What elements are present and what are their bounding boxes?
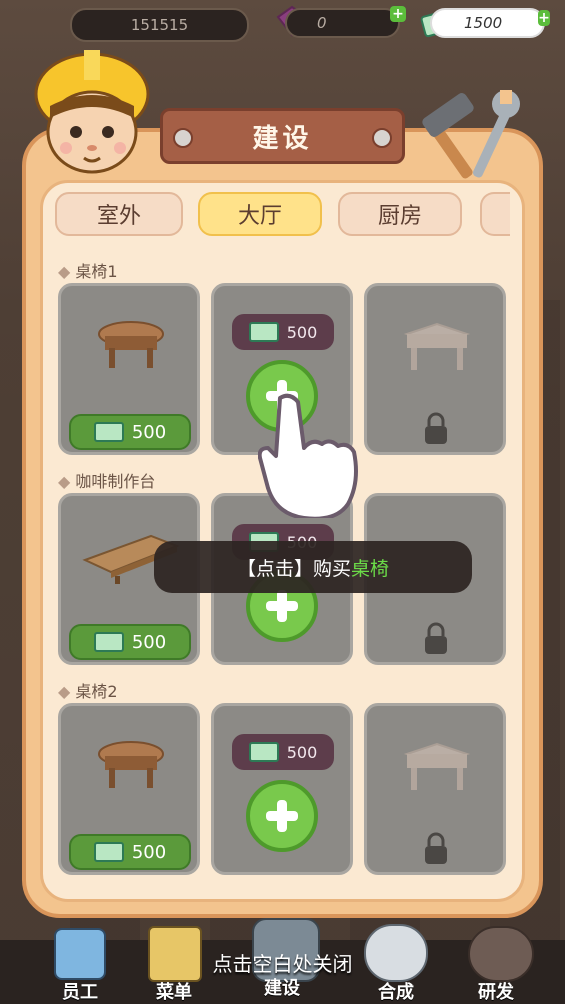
nav-merge[interactable]: 合成 [378, 978, 414, 1004]
gems-counter: 0 [285, 8, 400, 38]
nav-build[interactable]: 建设 [264, 974, 300, 1000]
add-gems-button[interactable]: + [390, 6, 406, 22]
tab-kitchen[interactable]: 厨房 [338, 192, 462, 236]
panel-title-text: 建设 [252, 123, 313, 154]
section-title: ◆ 桌椅2 [58, 682, 118, 701]
pointer-hand-icon [257, 392, 364, 522]
close-hint: 点击空白处关闭 [212, 952, 353, 976]
tutorial-toast: 【点击】购买 桌椅 [154, 541, 472, 593]
buy-button[interactable] [246, 780, 318, 852]
square-table-icon [403, 322, 471, 370]
square-table-icon [403, 742, 471, 790]
owned-price-badge: 500 [69, 834, 191, 870]
cash-icon [248, 322, 279, 342]
item-card[interactable] [364, 283, 506, 455]
plus-icon [266, 800, 298, 832]
lock-icon [425, 622, 447, 654]
section-title: ◆ 桌椅1 [58, 262, 118, 281]
cash-icon [248, 742, 279, 762]
tab-hall[interactable]: 大厅 [198, 192, 322, 236]
cash-counter: 1500 [430, 8, 545, 38]
worker-avatar [28, 36, 158, 180]
item-card[interactable] [364, 703, 506, 875]
bolt-right-icon [372, 128, 392, 148]
item-card[interactable]: 500 [58, 283, 200, 455]
bolt-left-icon [173, 128, 193, 148]
tab-outdoor-label: 室外 [96, 204, 141, 229]
lock-icon [425, 412, 447, 444]
owned-price-badge: 500 [69, 414, 191, 450]
nav-staff[interactable]: 员工 [62, 978, 98, 1004]
nav-merge-label: 合成 [378, 982, 414, 1003]
nav-research-label: 研发 [478, 982, 514, 1003]
tab-outdoor[interactable]: 室外 [55, 192, 183, 236]
nav-menu[interactable]: 菜单 [156, 978, 192, 1004]
cash-icon [93, 842, 124, 862]
cost-badge: 500 [232, 734, 334, 770]
item-card[interactable]: 500 [58, 703, 200, 875]
cost-badge: 500 [232, 314, 334, 350]
price-value: 500 [286, 742, 318, 762]
section-title-text: 桌椅2 [75, 682, 118, 701]
section-title-text: 咖啡制作台 [75, 472, 156, 491]
cash-value: 1500 [464, 14, 503, 32]
coins-value: 151515 [130, 16, 189, 34]
cash-icon [93, 422, 124, 442]
cash-icon [93, 632, 124, 652]
plus-icon [266, 590, 298, 622]
gems-value: 0 [317, 14, 327, 32]
lock-icon [425, 832, 447, 864]
panel-title: 建设 [160, 108, 405, 164]
section-title: ◆ 咖啡制作台 [58, 472, 156, 491]
round-table-icon [98, 741, 164, 788]
price-value: 500 [131, 421, 167, 443]
nav-build-label: 建设 [264, 978, 300, 999]
item-card[interactable]: 500 [211, 703, 353, 875]
price-value: 500 [286, 322, 318, 342]
tab-hall-label: 大厅 [237, 204, 282, 229]
tab-kitchen-label: 厨房 [377, 204, 422, 229]
tab-more[interactable] [480, 192, 510, 236]
nav-research[interactable]: 研发 [478, 978, 514, 1004]
price-value: 500 [131, 631, 167, 653]
nav-staff-label: 员工 [62, 982, 98, 1003]
round-table-icon [98, 321, 164, 368]
owned-price-badge: 500 [69, 624, 191, 660]
nav-menu-label: 菜单 [156, 982, 192, 1003]
toast-prefix: 【点击】购买 [236, 557, 351, 580]
add-cash-button[interactable]: + [538, 10, 550, 26]
toast-highlight: 桌椅 [351, 557, 390, 580]
price-value: 500 [131, 841, 167, 863]
tools-icon [410, 86, 530, 190]
section-title-text: 桌椅1 [75, 262, 118, 281]
